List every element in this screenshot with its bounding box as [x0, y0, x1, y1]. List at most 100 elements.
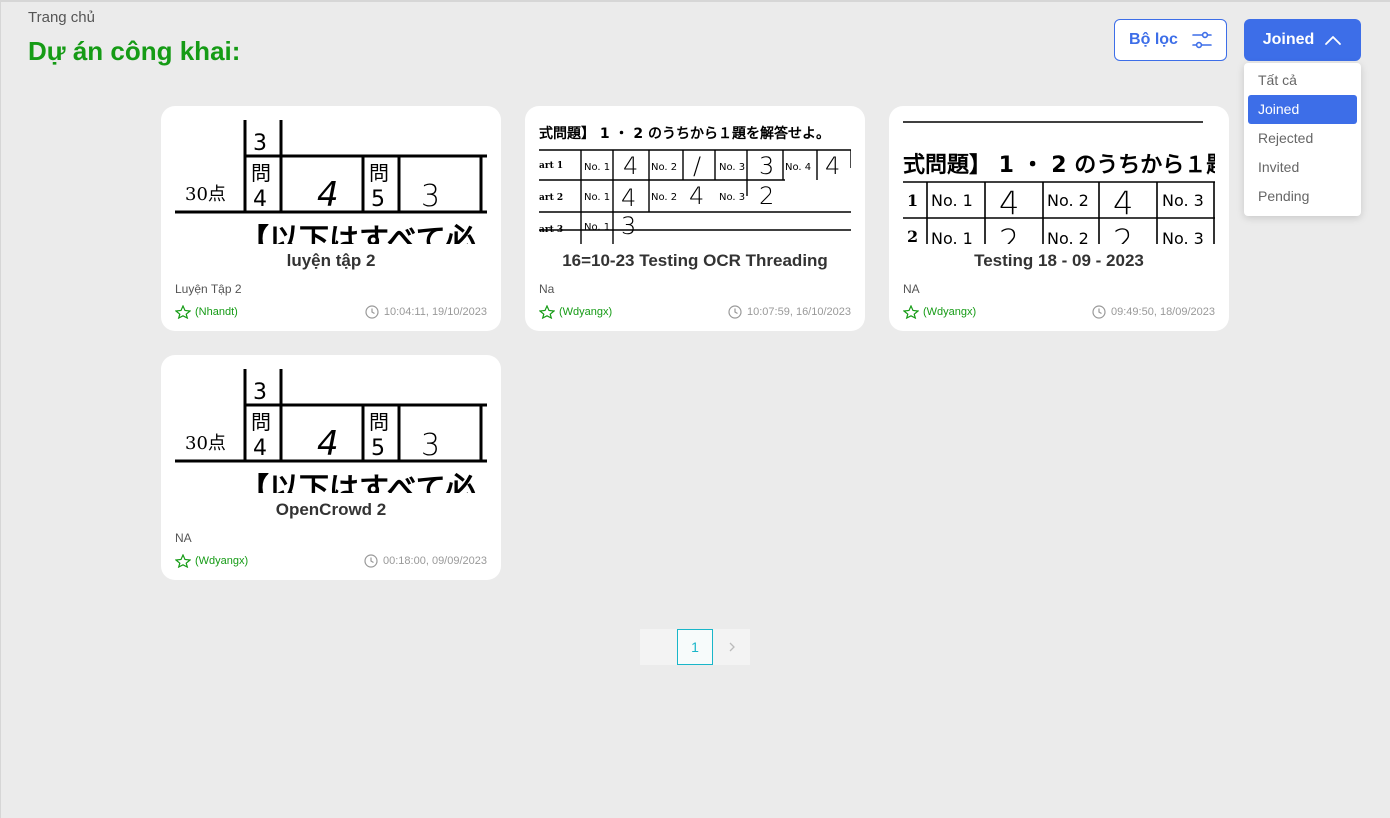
filter-button[interactable]: Bộ lọc: [1114, 19, 1227, 61]
svg-text:【以下はすべて必: 【以下はすべて必: [239, 223, 476, 244]
svg-text:5: 5: [371, 187, 385, 212]
breadcrumb[interactable]: Trang chủ: [28, 9, 95, 26]
svg-text:式問題】 1 ・ 2 のうちから１題を解答せよ。: 式問題】 1 ・ 2 のうちから１題を解答せよ。: [539, 125, 830, 142]
project-title[interactable]: Testing 18 - 09 - 2023: [889, 251, 1229, 271]
svg-text:4: 4: [253, 187, 267, 212]
svg-text:問: 問: [251, 410, 271, 434]
svg-text:4: 4: [1113, 184, 1133, 222]
svg-text:No. 2: No. 2: [1047, 191, 1089, 210]
svg-text:No. 2: No. 2: [651, 162, 677, 173]
page-number-button[interactable]: 1: [677, 629, 713, 665]
svg-text:【以下はすべて必: 【以下はすべて必: [239, 472, 476, 493]
project-owner: (Wdyangx): [539, 305, 612, 319]
project-owner: (Nhandt): [175, 305, 238, 319]
svg-text:3: 3: [621, 212, 636, 240]
dropdown-option-pending[interactable]: Pending: [1248, 182, 1357, 211]
user-star-icon: [175, 554, 191, 568]
svg-text:問: 問: [369, 410, 389, 434]
svg-text:No. 1: No. 1: [584, 192, 610, 203]
svg-text:2: 2: [1113, 222, 1133, 244]
project-card[interactable]: 3 問 4 問 5 30点 4 3 【以下はすべて必 OpenCrowd 2 N…: [161, 355, 501, 580]
svg-text:4: 4: [317, 175, 339, 215]
project-owner: (Wdyangx): [903, 305, 976, 319]
svg-text:No. 3: No. 3: [1162, 191, 1204, 210]
clock-icon: [365, 305, 379, 319]
project-owner: (Wdyangx): [175, 554, 248, 568]
svg-text:No. 2: No. 2: [651, 192, 677, 203]
project-description: Luyện Tập 2: [175, 282, 242, 296]
project-time: 10:04:11, 19/10/2023: [365, 305, 487, 319]
svg-text:2: 2: [999, 222, 1019, 244]
clock-icon: [1092, 305, 1106, 319]
svg-text:No. 1: No. 1: [584, 162, 610, 173]
svg-text:3: 3: [253, 380, 267, 405]
project-title[interactable]: luyện tập 2: [161, 251, 501, 271]
svg-text:art 1: art 1: [539, 161, 563, 171]
svg-text:art 2: art 2: [539, 193, 563, 203]
project-title[interactable]: OpenCrowd 2: [161, 500, 501, 520]
project-thumbnail: 3 問 4 問 5 30点 4 3 【以下はすべて必: [175, 120, 487, 244]
project-owner-name: (Wdyangx): [195, 555, 249, 567]
dropdown-option-all[interactable]: Tất cả: [1248, 66, 1357, 95]
clock-icon: [728, 305, 742, 319]
status-filter-label: Joined: [1262, 31, 1315, 48]
status-filter-select[interactable]: Joined: [1244, 19, 1361, 61]
project-time: 09:49:50, 18/09/2023: [1092, 305, 1215, 319]
svg-text:2: 2: [759, 182, 774, 210]
pagination: 1: [640, 629, 750, 665]
svg-text:問: 問: [251, 161, 271, 185]
user-star-icon: [175, 305, 191, 319]
svg-text:30点: 30点: [185, 184, 226, 205]
sliders-icon: [1192, 31, 1212, 49]
svg-text:/: /: [693, 152, 701, 180]
filter-button-label: Bộ lọc: [1129, 31, 1178, 48]
project-time-value: 00:18:00, 09/09/2023: [383, 555, 487, 567]
svg-text:3: 3: [253, 131, 267, 156]
svg-text:4: 4: [253, 436, 267, 461]
project-description: Na: [539, 282, 555, 296]
user-star-icon: [903, 305, 919, 319]
project-time: 00:18:00, 09/09/2023: [364, 554, 487, 568]
project-thumbnail: 式問題】 1 ・ 2 のうちから１題 1 No. 1 No. 2 No. 3 2 N…: [903, 120, 1215, 244]
svg-text:4: 4: [317, 424, 339, 464]
chevron-up-icon: [1324, 34, 1342, 46]
chevron-right-icon: [728, 642, 736, 652]
dropdown-option-joined[interactable]: Joined: [1248, 95, 1357, 124]
svg-text:式問題】 1 ・ 2 のうちから１題: 式問題】 1 ・ 2 のうちから１題: [903, 153, 1215, 178]
svg-text:No. 3: No. 3: [719, 192, 745, 203]
svg-text:30点: 30点: [185, 433, 226, 454]
project-description: NA: [903, 282, 920, 296]
dropdown-option-rejected[interactable]: Rejected: [1248, 124, 1357, 153]
svg-text:2: 2: [907, 227, 918, 244]
project-thumbnail: 3 問 4 問 5 30点 4 3 【以下はすべて必: [175, 369, 487, 493]
status-dropdown-menu: Tất cả Joined Rejected Invited Pending: [1244, 63, 1361, 216]
svg-text:4: 4: [689, 182, 704, 210]
user-star-icon: [539, 305, 555, 319]
svg-text:4: 4: [999, 184, 1019, 222]
project-owner-name: (Wdyangx): [923, 306, 977, 318]
svg-text:問: 問: [369, 161, 389, 185]
svg-text:No. 1: No. 1: [931, 229, 973, 244]
project-owner-name: (Nhandt): [195, 306, 238, 318]
dropdown-option-invited[interactable]: Invited: [1248, 153, 1357, 182]
project-card[interactable]: 3 問 4 問 5 30点 4 3 【以下はすべて必 luyện tập 2 L…: [161, 106, 501, 331]
svg-text:1: 1: [907, 191, 918, 210]
clock-icon: [364, 554, 378, 568]
project-card[interactable]: 式問題】 1 ・ 2 のうちから１題を解答せよ。 art 1 art 2 art 3: [525, 106, 865, 331]
project-thumbnail: 式問題】 1 ・ 2 のうちから１題を解答せよ。 art 1 art 2 art 3: [539, 120, 851, 244]
project-owner-name: (Wdyangx): [559, 306, 613, 318]
svg-text:No. 3: No. 3: [1162, 229, 1204, 244]
prev-page-button[interactable]: [640, 629, 677, 665]
project-title[interactable]: 16=10-23 Testing OCR Threading: [525, 251, 865, 271]
svg-text:No. 1: No. 1: [584, 222, 610, 233]
project-card[interactable]: 式問題】 1 ・ 2 のうちから１題 1 No. 1 No. 2 No. 3 2 N…: [889, 106, 1229, 331]
svg-text:4: 4: [825, 152, 840, 180]
svg-text:4: 4: [621, 184, 636, 212]
svg-text:art 3: art 3: [539, 225, 563, 235]
svg-text:4: 4: [623, 152, 638, 180]
project-time-value: 10:07:59, 16/10/2023: [747, 306, 851, 318]
project-time-value: 10:04:11, 19/10/2023: [383, 306, 487, 318]
svg-text:3: 3: [759, 152, 774, 180]
page-title: Dự án công khai:: [28, 36, 241, 66]
next-page-button[interactable]: [713, 629, 750, 665]
